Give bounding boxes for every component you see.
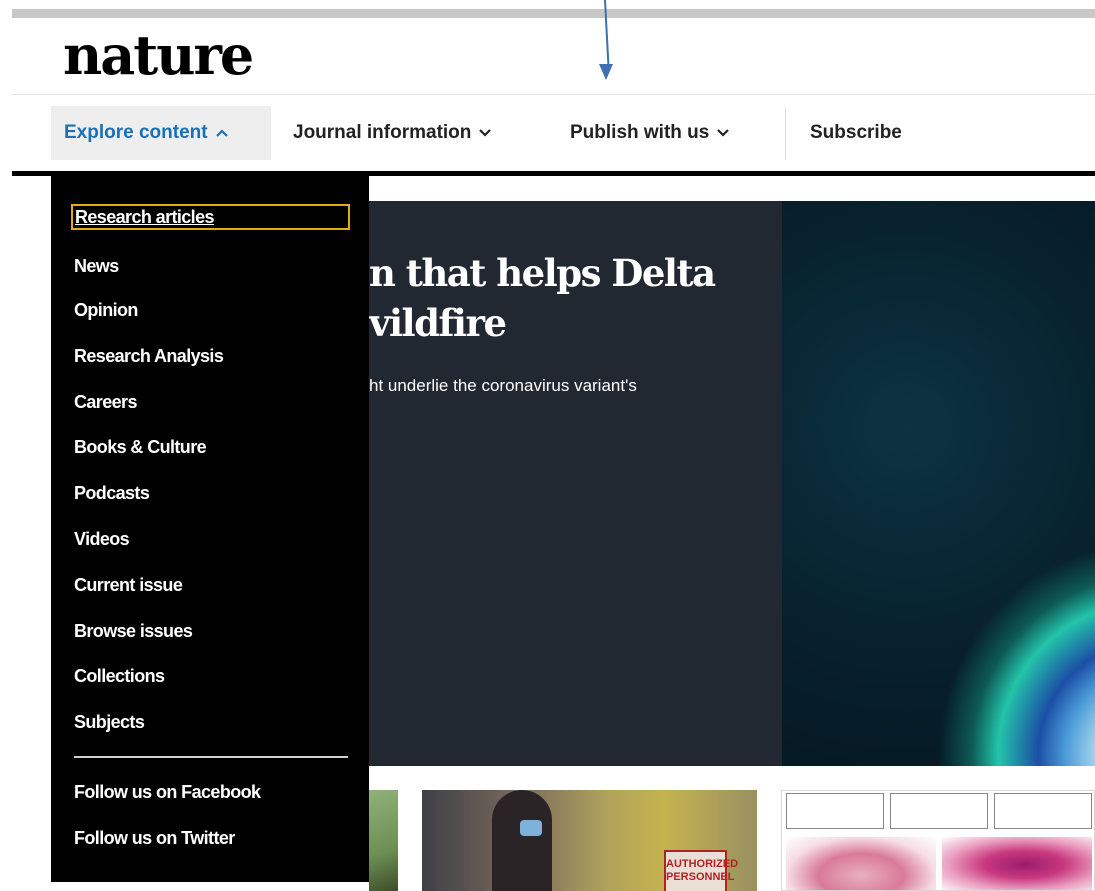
menu-item-follow-facebook[interactable]: Follow us on Facebook <box>74 782 261 803</box>
world-map-thumbnail <box>786 837 936 890</box>
face-mask <box>520 820 542 836</box>
header-divider <box>12 94 1095 95</box>
world-map-thumbnail <box>942 837 1092 890</box>
chevron-down-icon <box>717 129 730 137</box>
menu-item-podcasts[interactable]: Podcasts <box>74 483 150 504</box>
menu-item-subjects[interactable]: Subjects <box>74 712 145 733</box>
menu-item-opinion[interactable]: Opinion <box>74 300 138 321</box>
nav-journal-label: Journal information <box>293 122 472 143</box>
article-card-chart-image[interactable] <box>781 790 1095 891</box>
menu-item-follow-twitter[interactable]: Follow us on Twitter <box>74 828 235 849</box>
nature-logo[interactable]: nature <box>63 28 254 82</box>
menu-item-current-issue[interactable]: Current issue <box>74 575 183 596</box>
menu-item-research-analysis[interactable]: Research Analysis <box>74 346 224 367</box>
mini-chart-panel <box>994 793 1092 829</box>
nav-subscribe[interactable]: Subscribe <box>810 106 902 160</box>
nav-journal-information[interactable]: Journal information <box>293 106 492 160</box>
nav-publish-with-us[interactable]: Publish with us <box>570 106 730 160</box>
menu-item-videos[interactable]: Videos <box>74 529 130 550</box>
chevron-down-icon <box>479 129 492 137</box>
menu-item-careers[interactable]: Careers <box>74 392 137 413</box>
menu-item-browse-issues[interactable]: Browse issues <box>74 621 193 642</box>
nav-explore-label: Explore content <box>64 122 208 143</box>
hero-title[interactable]: n that helps Delta vildfire <box>369 248 716 348</box>
nav-separator <box>785 108 786 160</box>
article-card-image[interactable] <box>369 790 398 891</box>
mini-chart-panel <box>786 793 884 829</box>
hero-subtitle: ht underlie the coronavirus variant's <box>369 376 637 395</box>
menu-item-books-culture[interactable]: Books & Culture <box>74 437 207 458</box>
menu-item-collections[interactable]: Collections <box>74 666 165 687</box>
nav-subscribe-label: Subscribe <box>810 122 902 143</box>
menu-divider <box>74 756 348 758</box>
menu-item-news[interactable]: News <box>74 256 119 277</box>
hero-virus-image[interactable] <box>782 201 1095 766</box>
chevron-up-icon <box>215 129 228 137</box>
annotation-arrow-icon <box>599 64 613 80</box>
article-card-image[interactable]: AUTHORIZED PERSONNEL <box>422 790 757 891</box>
nav-publish-label: Publish with us <box>570 122 710 143</box>
nav-explore-content[interactable]: Explore content <box>51 106 271 160</box>
explore-content-dropdown: Research articles News Opinion Research … <box>51 176 369 882</box>
hero-panel[interactable]: n that helps Delta vildfire ht underlie … <box>369 201 782 766</box>
browser-top-bar <box>12 9 1095 18</box>
authorized-sign: AUTHORIZED PERSONNEL <box>664 850 738 891</box>
mini-chart-panel <box>890 793 988 829</box>
nurse-figure <box>492 790 552 891</box>
menu-item-research-articles[interactable]: Research articles <box>71 204 350 230</box>
